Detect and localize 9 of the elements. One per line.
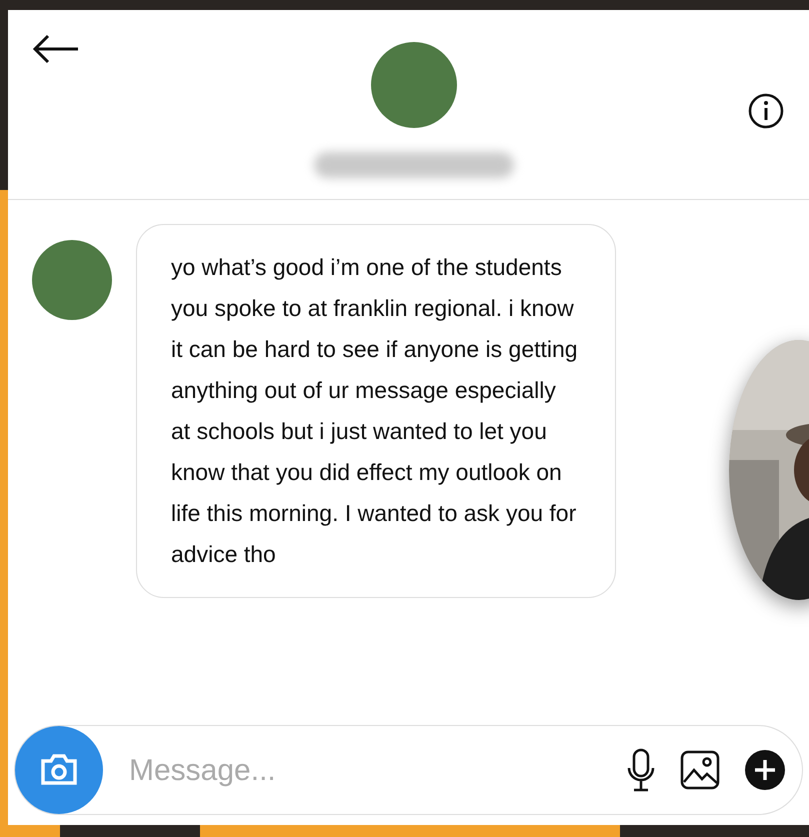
camera-icon (39, 753, 79, 787)
message-field[interactable]: Message... (127, 746, 602, 794)
info-icon[interactable] (747, 92, 785, 130)
image-icon[interactable] (680, 750, 720, 790)
message-bar[interactable]: Message... (14, 725, 803, 815)
back-icon[interactable] (32, 34, 80, 64)
microphone-icon[interactable] (626, 748, 656, 792)
add-icon[interactable] (744, 749, 786, 791)
message-bubble: yo what’s good i’m one of the students you spoke to at franklin regional. i know it can be hard to see if anyone is getting anything out of ur message especially at schools but i just wanted to let you know that you did effect my outlook on life this morning. I wanted to ask you for advice tho (136, 224, 616, 598)
